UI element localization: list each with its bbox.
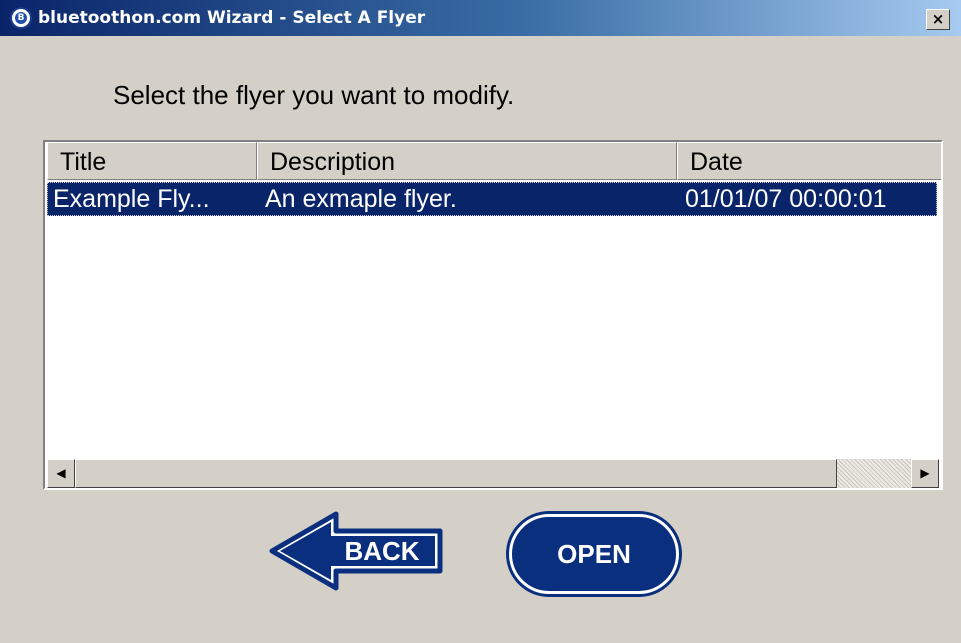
back-button[interactable]: BACK: [268, 511, 446, 591]
table-row-selected[interactable]: Example Fly... An exmaple flyer. 01/01/0…: [47, 182, 937, 216]
row-date-cell: 01/01/07 00:00:01: [685, 185, 887, 213]
app-icon: B: [10, 7, 32, 29]
flyer-list[interactable]: Title Description Date Example Fly... An…: [43, 140, 943, 490]
app-icon-glyph: B: [15, 12, 27, 24]
row-description-cell: An exmaple flyer.: [265, 185, 457, 213]
scroll-left-button[interactable]: ◀: [47, 459, 75, 488]
close-button[interactable]: ×: [926, 9, 950, 30]
arrow-right-icon: ▶: [920, 466, 930, 480]
column-header-description[interactable]: Description: [257, 142, 677, 180]
window-title: bluetoothon.com Wizard - Select A Flyer: [38, 8, 426, 28]
column-header-title[interactable]: Title: [47, 142, 257, 180]
back-button-label: BACK: [344, 536, 420, 566]
column-header-date[interactable]: Date: [677, 142, 941, 180]
close-icon: ×: [931, 10, 945, 28]
wizard-window: B bluetoothon.com Wizard - Select A Flye…: [0, 0, 961, 643]
open-button-label: OPEN: [557, 539, 631, 569]
title-bar[interactable]: B bluetoothon.com Wizard - Select A Flye…: [0, 0, 961, 36]
column-header-row: Title Description Date: [45, 142, 941, 180]
instruction-text: Select the flyer you want to modify.: [113, 80, 515, 110]
row-title-cell: Example Fly...: [53, 185, 210, 213]
scrollbar-thumb[interactable]: [75, 459, 837, 488]
scroll-right-button[interactable]: ▶: [911, 459, 939, 488]
horizontal-scrollbar[interactable]: ◀ ▶: [47, 459, 939, 488]
arrow-left-icon: ◀: [56, 466, 66, 480]
open-button[interactable]: OPEN: [509, 514, 679, 594]
